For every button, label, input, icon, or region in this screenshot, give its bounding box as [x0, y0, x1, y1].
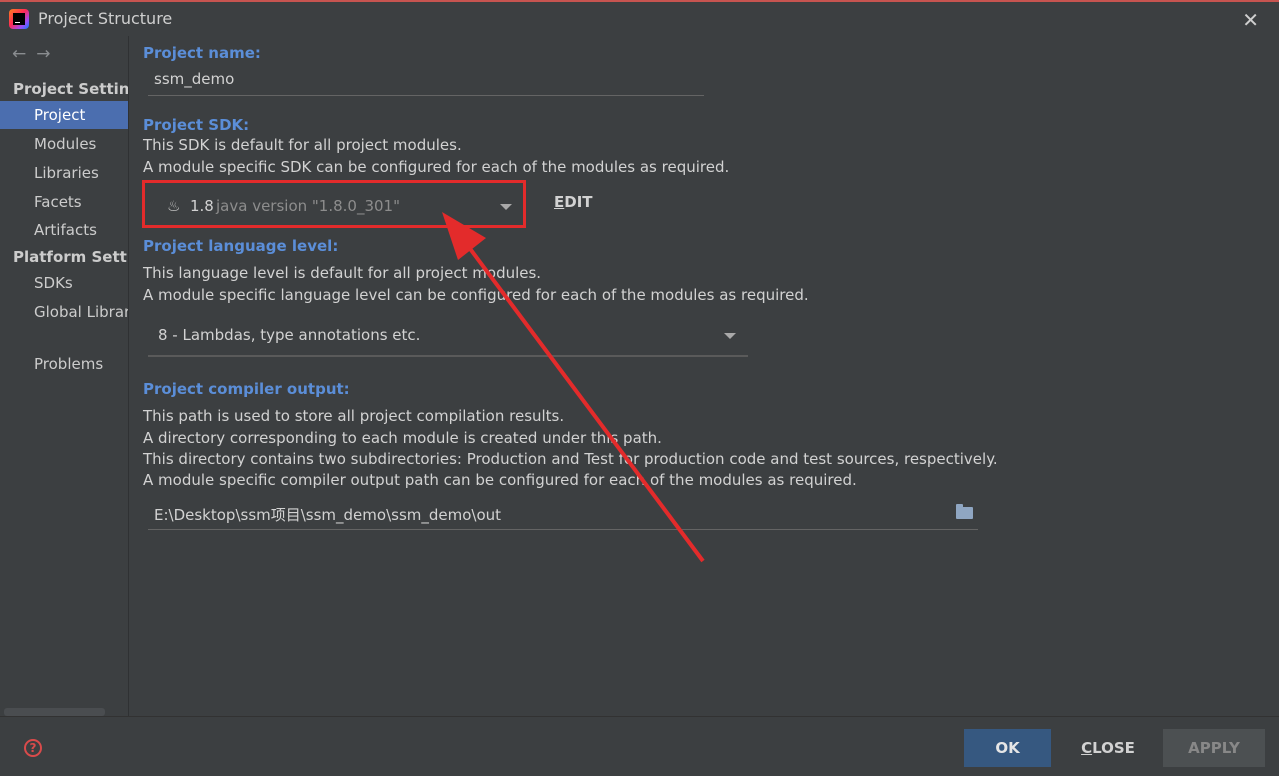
- compiler-output-label: Project compiler output:: [143, 380, 350, 398]
- apply-button[interactable]: APPLY: [1163, 729, 1265, 767]
- sidebar-item-libraries[interactable]: Libraries: [0, 159, 128, 187]
- project-settings-header: Project Settings: [13, 80, 129, 98]
- back-forward-icons[interactable]: ←→: [12, 44, 61, 64]
- sidebar-scrollbar[interactable]: [4, 708, 105, 716]
- chevron-down-icon: [724, 333, 736, 339]
- project-name-label: Project name:: [143, 44, 261, 62]
- project-name-value: ssm_demo: [154, 70, 235, 88]
- edit-mnemonic: E: [554, 193, 565, 211]
- chevron-down-icon: [500, 204, 512, 210]
- sdk-version-desc: java version "1.8.0_301": [216, 197, 400, 215]
- compiler-output-desc-3: This directory contains two subdirectori…: [143, 450, 998, 468]
- language-level-desc-1: This language level is default for all p…: [143, 264, 542, 282]
- compiler-output-desc-2: A directory corresponding to each module…: [143, 429, 662, 447]
- platform-settings-header: Platform Settings: [13, 248, 128, 266]
- sidebar-item-modules[interactable]: Modules: [0, 130, 128, 158]
- title-bar: Project Structure ✕: [0, 2, 1279, 36]
- edit-sdk-button[interactable]: EDIT: [554, 193, 593, 211]
- project-sdk-label: Project SDK:: [143, 116, 250, 134]
- sidebar-item-sdks[interactable]: SDKs: [0, 269, 128, 297]
- dialog-footer: ? OK CLOSE APPLY: [0, 716, 1279, 776]
- close-mnemonic: C: [1081, 739, 1093, 757]
- compiler-output-desc-4: A module specific compiler output path c…: [143, 471, 857, 489]
- close-icon[interactable]: ✕: [1242, 8, 1259, 32]
- compiler-output-path-input[interactable]: E:\Desktop\ssm项目\ssm_demo\ssm_demo\out: [148, 498, 978, 530]
- close-button[interactable]: CLOSE: [1068, 729, 1148, 767]
- sidebar-item-artifacts[interactable]: Artifacts: [0, 216, 128, 244]
- ok-button[interactable]: OK: [964, 729, 1051, 767]
- folder-browse-icon[interactable]: [956, 504, 973, 519]
- sidebar: ←→ Project Settings Project Modules Libr…: [0, 36, 129, 716]
- sidebar-item-facets[interactable]: Facets: [0, 188, 128, 216]
- intellij-app-icon: [9, 9, 29, 29]
- sidebar-item-project[interactable]: Project: [0, 101, 128, 129]
- java-cup-icon: ♨: [167, 197, 181, 215]
- project-sdk-desc-1: This SDK is default for all project modu…: [143, 136, 462, 154]
- sdk-version: 1.8: [190, 197, 214, 215]
- edit-label: DIT: [564, 193, 593, 211]
- language-level-desc-2: A module specific language level can be …: [143, 286, 809, 304]
- close-label: LOSE: [1092, 739, 1135, 757]
- project-name-input[interactable]: ssm_demo: [148, 66, 704, 96]
- sidebar-item-global-libraries[interactable]: Global Libraries: [0, 298, 128, 326]
- window-title: Project Structure: [38, 9, 173, 28]
- sdk-dropdown[interactable]: ♨ 1.8 java version "1.8.0_301": [142, 180, 526, 228]
- main-content: Project name: ssm_demo Project SDK: This…: [130, 36, 1279, 716]
- project-sdk-desc-2: A module specific SDK can be configured …: [143, 158, 730, 176]
- help-icon[interactable]: ?: [24, 739, 42, 757]
- language-level-value: 8 - Lambdas, type annotations etc.: [158, 326, 421, 344]
- language-level-label: Project language level:: [143, 237, 339, 255]
- sidebar-item-problems[interactable]: Problems: [0, 350, 128, 378]
- language-level-dropdown[interactable]: 8 - Lambdas, type annotations etc.: [148, 318, 748, 357]
- compiler-output-desc-1: This path is used to store all project c…: [143, 407, 565, 425]
- compiler-output-path-value: E:\Desktop\ssm项目\ssm_demo\ssm_demo\out: [154, 506, 502, 524]
